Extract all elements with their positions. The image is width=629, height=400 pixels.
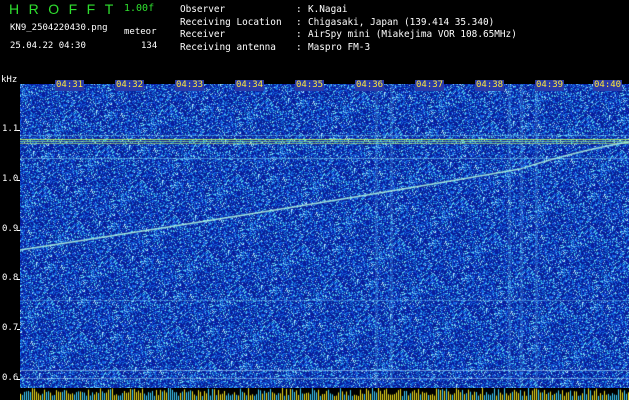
frequency-axis xyxy=(0,74,20,400)
time-label: 04:33 xyxy=(175,80,205,91)
meta-key: Receiver xyxy=(180,29,226,40)
version-label: 1.00f xyxy=(124,3,155,14)
mode-label: meteor xyxy=(124,27,157,37)
time-label: 04:40 xyxy=(593,80,623,91)
time-label: 04:34 xyxy=(235,80,265,91)
meta-row-receiver: Receiver: AirSpy mini (Miakejima VOR 108.… xyxy=(180,29,517,40)
meta-key: Receiving Location xyxy=(180,16,282,28)
time-label: 04:35 xyxy=(295,80,325,91)
y-tick-label: 0.6 xyxy=(2,373,19,383)
y-tick-label: 1.1 xyxy=(2,124,19,134)
y-tick-label: 1.0 xyxy=(2,174,19,184)
file-name: KN9_2504220430.png xyxy=(10,23,108,33)
date-time: 25.04.22 04:30 xyxy=(10,41,86,51)
meta-value: Chigasaki, Japan (139.414 35.340) xyxy=(308,16,495,28)
meta-value: Maspro FM-3 xyxy=(308,41,371,53)
time-label: 04:31 xyxy=(55,80,85,91)
station-info: Observer: K.Nagai Receiving Location: Chig… xyxy=(180,4,517,54)
signal-level-bar xyxy=(20,388,629,400)
y-tick-label: 0.9 xyxy=(2,224,19,234)
spectrogram-canvas xyxy=(20,84,629,388)
frequency-unit: kHz xyxy=(1,75,18,85)
time-label: 04:32 xyxy=(115,80,145,91)
time-label: 04:39 xyxy=(535,80,565,91)
header-panel: HROFFT 1.00f KN9_2504220430.png meteor 2… xyxy=(0,0,629,74)
meta-row-location: Receiving Location: Chigasaki, Japan (139… xyxy=(180,16,495,28)
y-tick-label: 0.7 xyxy=(2,323,19,333)
time-label: 04:36 xyxy=(355,80,385,91)
meta-row-antenna: Receiving antenna: Maspro FM-3 xyxy=(180,41,371,53)
meta-value: AirSpy mini (Miakejima VOR 108.65MHz) xyxy=(308,29,517,40)
meta-row-observer: Observer: K.Nagai xyxy=(180,4,348,15)
app-title: HROFFT xyxy=(9,1,123,17)
meta-key: Receiving antenna xyxy=(180,41,276,53)
time-label: 04:37 xyxy=(415,80,445,91)
y-tick-label: 0.8 xyxy=(2,273,19,283)
detection-count: 134 xyxy=(141,41,158,51)
meta-key: Observer xyxy=(180,4,226,15)
spectrogram xyxy=(20,84,629,388)
time-label: 04:38 xyxy=(475,80,505,91)
meta-value: K.Nagai xyxy=(308,4,348,15)
